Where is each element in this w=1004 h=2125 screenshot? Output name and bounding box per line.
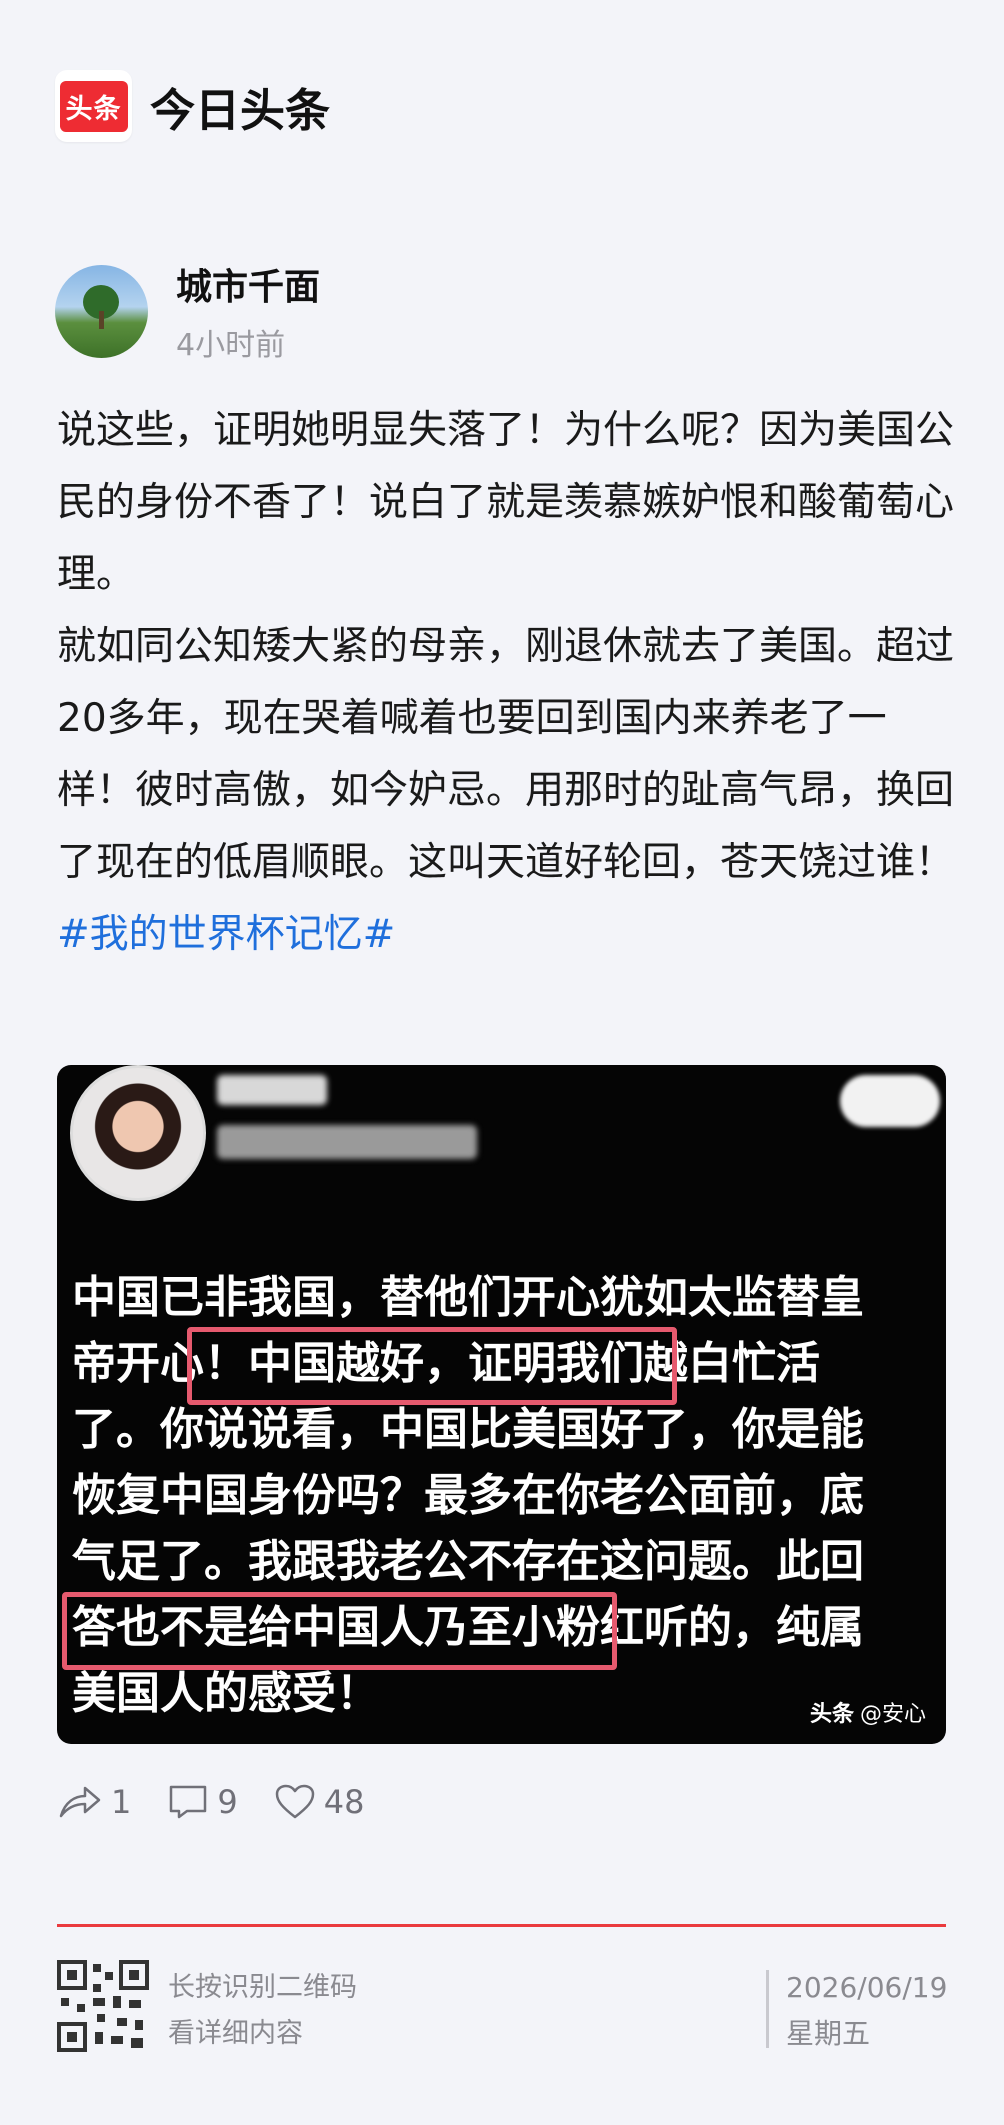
like-count: 48 <box>323 1783 365 1821</box>
comment-count: 9 <box>217 1783 238 1821</box>
embedded-user-avatar <box>70 1065 206 1201</box>
post-paragraph: 说这些，证明她明显失落了！为什么呢？因为美国公民的身份不香了！说白了就是羡慕嫉妒… <box>57 408 955 597</box>
blurred-username <box>217 1075 327 1105</box>
action-bar: 1 9 48 <box>57 1782 400 1822</box>
watermark: 头条 @安心 <box>810 1696 926 1728</box>
author-avatar[interactable] <box>55 264 148 358</box>
qr-caption-line2: 看详细内容 <box>168 2018 303 2049</box>
qr-caption: 长按识别二维码 看详细内容 <box>168 1965 357 2057</box>
author-block[interactable]: 城市千面 4小时前 <box>55 258 320 364</box>
app-name: 今日头条 <box>150 83 331 137</box>
date-text: 2026/06/19 <box>786 1971 948 2004</box>
embedded-line: 中国已非我国，替他们开心犹如太监替皇 <box>72 1272 864 1323</box>
author-name[interactable]: 城市千面 <box>176 258 320 310</box>
qr-caption-line1: 长按识别二维码 <box>168 1972 357 2003</box>
highlight-box <box>187 1327 677 1405</box>
logo-text: 头条 <box>59 80 128 132</box>
post-paragraph: 就如同公知矮大紧的母亲，刚退休就去了美国。超过20多年，现在哭着喊着也要回到国内… <box>57 624 955 885</box>
comment-icon <box>170 1785 207 1819</box>
post-body: 说这些，证明她明显失落了！为什么呢？因为美国公民的身份不香了！说白了就是羡慕嫉妒… <box>57 395 957 971</box>
embedded-line: 气足了。我跟我老公不存在这问题。此回 <box>72 1536 864 1587</box>
watermark-brand: 头条 <box>809 1702 854 1727</box>
embedded-line: 美国人的感受！ <box>72 1668 380 1719</box>
heart-icon <box>275 1784 314 1819</box>
hashtag-link[interactable]: #我的世界杯记忆# <box>57 899 957 971</box>
share-icon <box>59 1786 101 1818</box>
comment-button[interactable]: 9 <box>167 1783 238 1821</box>
blurred-more-button <box>840 1075 940 1127</box>
blurred-handle <box>217 1125 477 1159</box>
highlight-box <box>62 1592 617 1670</box>
post-time: 4小时前 <box>176 328 286 363</box>
app-header: 头条 今日头条 <box>55 70 330 142</box>
like-button[interactable]: 48 <box>274 1783 365 1821</box>
qr-code-icon[interactable] <box>57 1960 149 2052</box>
embedded-line: 恢复中国身份吗？最多在你老公面前，底 <box>72 1470 864 1521</box>
embedded-line: 了。你说说看，中国比美国好了，你是能 <box>72 1404 864 1455</box>
share-count: 1 <box>111 1783 132 1821</box>
date-separator <box>766 1970 769 2048</box>
date-block: 2026/06/19 星期五 <box>786 1965 947 2057</box>
share-button[interactable]: 1 <box>57 1782 131 1822</box>
weekday-text: 星期五 <box>786 2017 871 2050</box>
palm-trunk <box>99 310 104 329</box>
footer-divider <box>57 1924 946 1927</box>
toutiao-logo: 头条 <box>55 70 132 142</box>
watermark-user: @安心 <box>859 1702 926 1727</box>
embedded-image[interactable]: 中国已非我国，替他们开心犹如太监替皇 帝开心！中国越好，证明我们越白忙活 了。你… <box>57 1065 946 1744</box>
